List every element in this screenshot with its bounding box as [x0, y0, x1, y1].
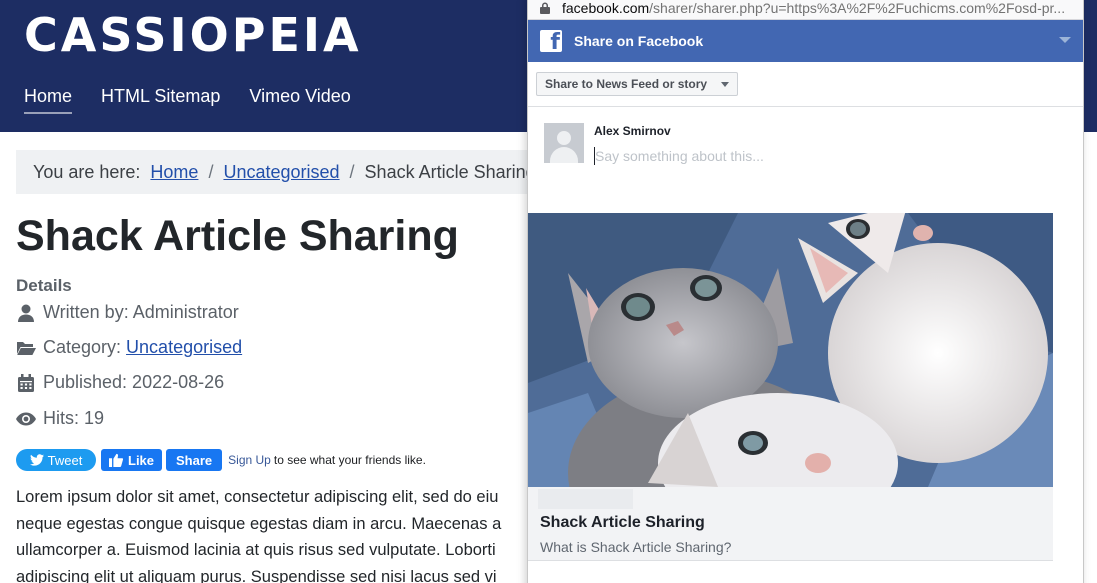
meta-published: Published: 2022-08-26 [16, 372, 224, 393]
article-title: Shack Article Sharing [16, 212, 459, 260]
meta-author-text: Written by: Administrator [43, 302, 239, 322]
thumbs-up-icon [109, 453, 123, 467]
social-buttons: Tweet Like Share Sign Up to see what you… [16, 449, 426, 471]
meta-category-link[interactable]: Uncategorised [126, 337, 242, 358]
user-name: Alex Smirnov [594, 124, 671, 138]
link-preview-card[interactable]: Shack Article Sharing What is Shack Arti… [528, 487, 1053, 561]
article-body: Lorem ipsum dolor sit amet, consectetur … [16, 484, 536, 583]
signup-text: to see what your friends like. [273, 453, 426, 467]
folder-open-icon [17, 341, 36, 355]
body-line: Lorem ipsum dolor sit amet, consectetur … [16, 488, 499, 506]
preview-domain-placeholder [538, 489, 633, 509]
facebook-like-button[interactable]: Like [101, 449, 163, 471]
user-icon [18, 304, 34, 322]
facebook-share-button[interactable]: Share [166, 449, 223, 471]
meta-category-label: Category: [43, 337, 122, 357]
main-nav: Home HTML Sitemap Vimeo Video [24, 86, 351, 114]
composer-text-input[interactable]: Say something about this... [594, 147, 764, 165]
meta-author: Written by: Administrator [16, 302, 239, 323]
nav-html-sitemap[interactable]: HTML Sitemap [101, 86, 220, 114]
like-label: Like [128, 452, 155, 468]
meta-hits: Hits: 19 [16, 408, 104, 429]
site-brand[interactable]: CASSIOPEIA [24, 8, 362, 62]
twitter-bird-icon [29, 454, 44, 466]
breadcrumb-current: Shack Article Sharing [364, 161, 536, 182]
lock-icon [540, 2, 550, 14]
url-host: facebook.com [562, 0, 650, 16]
popup-header: f Share on Facebook [528, 20, 1083, 62]
facebook-logo-icon: f [540, 30, 562, 52]
dropdown-caret-icon [721, 81, 730, 87]
body-line: neque egestas congue quisque egestas dia… [16, 514, 502, 533]
popup-toolbar: Share to News Feed or story [528, 62, 1083, 107]
facebook-share-popup: facebook.com /sharer/sharer.php?u=https%… [527, 0, 1084, 583]
eye-icon [16, 412, 36, 425]
avatar [544, 123, 584, 163]
breadcrumb-home-link[interactable]: Home [150, 162, 198, 183]
popup-url-bar[interactable]: facebook.com /sharer/sharer.php?u=https%… [528, 0, 1083, 20]
popup-header-title: Share on Facebook [574, 33, 704, 49]
url-path: /sharer/sharer.php?u=https%3A%2F%2Fuchic… [649, 0, 1066, 16]
meta-category: Category: Uncategorised [16, 337, 242, 358]
link-preview-image[interactable] [528, 213, 1053, 487]
preview-title: Shack Article Sharing [540, 514, 705, 531]
share-target-dropdown[interactable]: Share to News Feed or story [536, 72, 739, 96]
details-heading: Details [16, 276, 72, 295]
nav-home[interactable]: Home [24, 86, 73, 114]
calendar-icon [18, 373, 34, 392]
breadcrumb-category-link[interactable]: Uncategorised [223, 162, 339, 183]
meta-published-text: Published: 2022-08-26 [43, 372, 225, 392]
breadcrumb-separator: / [349, 161, 355, 182]
header-chevron-down-icon[interactable] [1059, 37, 1071, 43]
signup-link[interactable]: Sign Up [228, 453, 271, 467]
body-line: ullamcorper a. Euismod lacinia at quis r… [16, 541, 496, 559]
kittens-photo [528, 213, 1053, 487]
tweet-label: Tweet [47, 452, 83, 468]
nav-vimeo-video[interactable]: Vimeo Video [249, 86, 350, 114]
post-composer: Alex Smirnov Say something about this... [528, 107, 1083, 209]
meta-hits-text: Hits: 19 [43, 408, 105, 428]
body-line: adipiscing elit ut aliquam purus. Suspen… [16, 567, 497, 583]
share-target-label: Share to News Feed or story [545, 77, 708, 91]
breadcrumb-prefix: You are here: [33, 161, 141, 182]
preview-description: What is Shack Article Sharing? [540, 539, 732, 555]
breadcrumb-separator: / [208, 161, 214, 182]
tweet-button[interactable]: Tweet [16, 449, 96, 471]
